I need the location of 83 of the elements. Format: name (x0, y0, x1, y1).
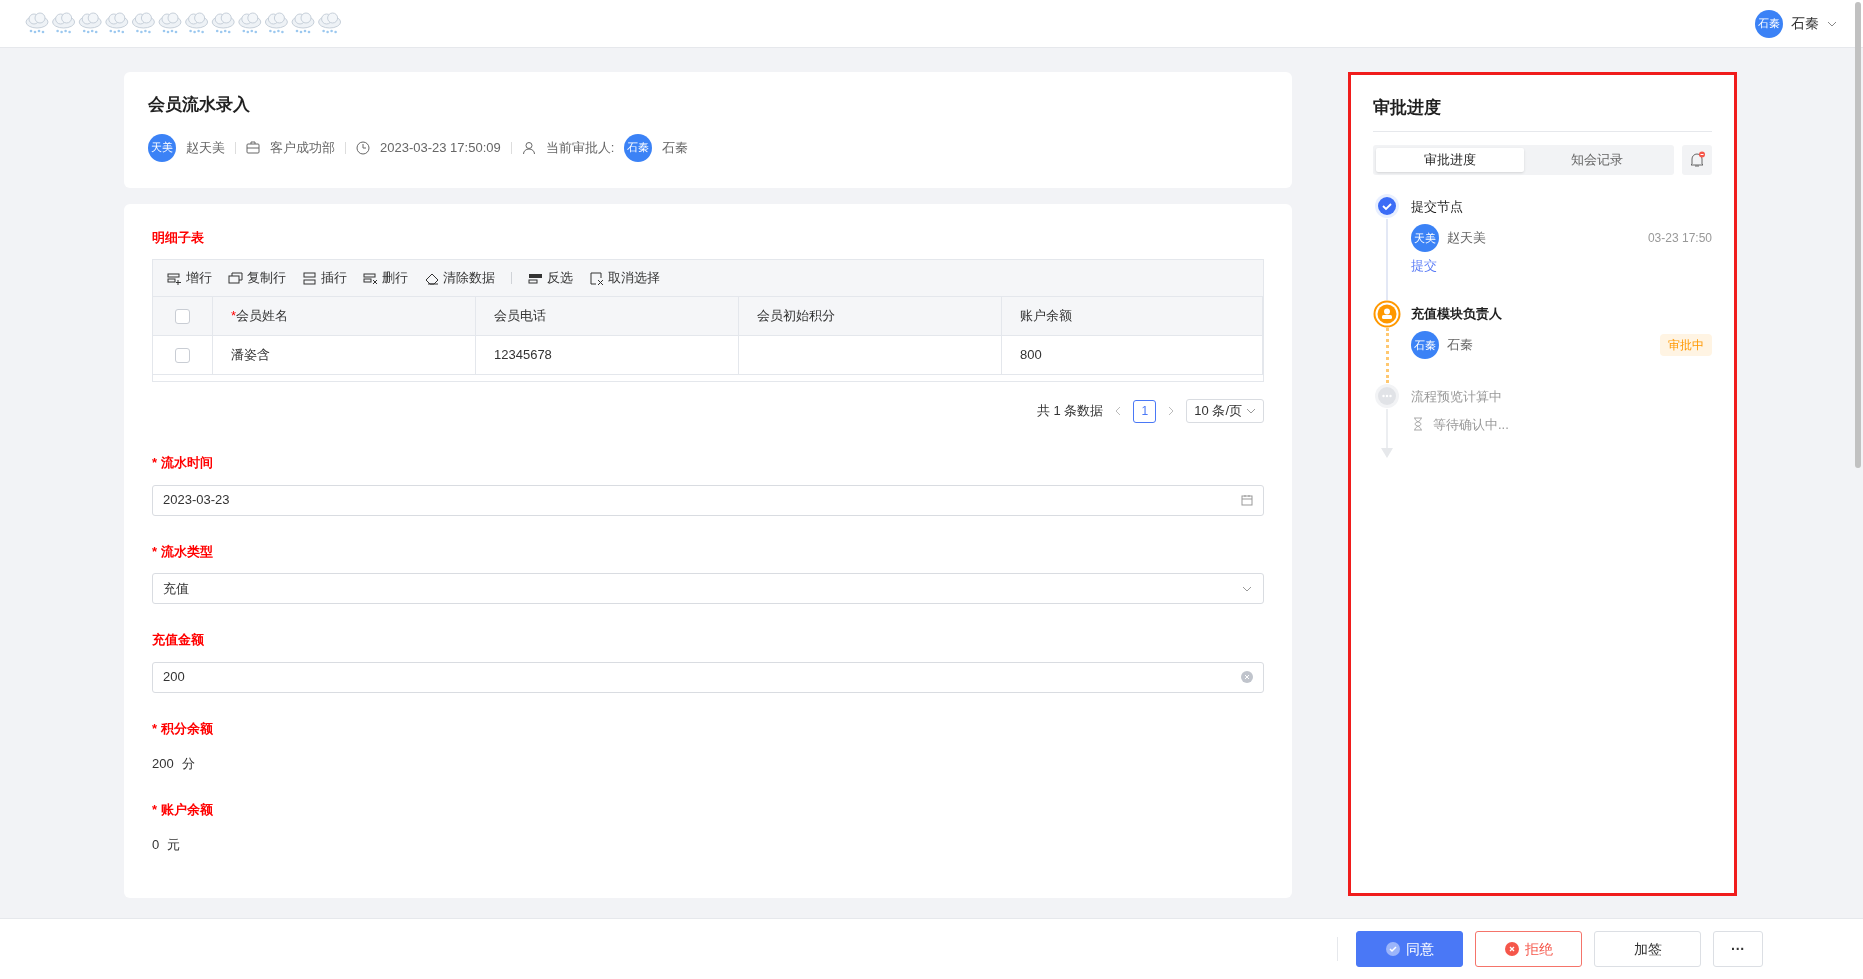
field-label: 流水时间 (161, 454, 214, 472)
department-text: 客户成功部 (270, 138, 335, 157)
toolbar-icon (589, 270, 604, 286)
toolbar-button[interactable]: 删行 (363, 268, 408, 288)
user-avatar: 石秦 (624, 133, 653, 162)
status-tag: 审批中 (1660, 334, 1712, 356)
person-circle-icon (1373, 299, 1401, 328)
user-avatar: 石秦 (1755, 9, 1783, 38)
toolbar-icon (302, 270, 317, 286)
page-size-select[interactable]: 10 条/页 (1186, 399, 1264, 423)
toolbar-button[interactable]: 清除数据 (424, 268, 495, 288)
table-cell: 800 (1002, 336, 1263, 375)
column-label: 会员电话 (494, 307, 546, 326)
panel-title: 审批进度 (1373, 95, 1712, 132)
action-link[interactable]: 提交 (1411, 256, 1712, 276)
hourglass-icon (1411, 417, 1425, 432)
user-name: 石秦 (1447, 336, 1473, 355)
section-title: 明细子表 (152, 228, 205, 247)
toolbar-button[interactable]: 复制行 (228, 268, 286, 288)
field-label: 充值金额 (152, 631, 204, 649)
field-label: 积分余额 (161, 719, 214, 738)
column-label: 账户余额 (1020, 307, 1072, 326)
total-count: 共 1 条数据 (1036, 402, 1104, 421)
field-label: 账户余额 (161, 800, 214, 819)
approver-name: 石秦 (662, 138, 689, 157)
step-time: 03-23 17:50 (1647, 230, 1712, 247)
field-value: 200 (152, 755, 174, 773)
page-button[interactable]: 1 (1133, 399, 1157, 423)
clock-icon (356, 140, 370, 155)
scrollbar[interactable] (1855, 2, 1861, 468)
step-title: 提交节点 (1411, 197, 1464, 216)
page-title: 会员流水录入 (148, 94, 251, 116)
timestamp: 2023-03-23 17:50:09 (380, 138, 501, 157)
required-asterisk: * (152, 542, 158, 561)
tab[interactable]: 知会记录 (1523, 147, 1671, 172)
unit-label: 分 (181, 755, 195, 773)
more-button[interactable]: ··· (1713, 931, 1763, 967)
toolbar-icon (363, 270, 378, 286)
person-icon (521, 140, 536, 155)
required-asterisk: * (152, 454, 158, 472)
toolbar-icon (167, 270, 182, 286)
field-label: 流水类型 (161, 542, 214, 561)
notification-button[interactable] (1682, 144, 1712, 175)
checkbox[interactable] (175, 308, 190, 324)
date-field[interactable]: 2023-03-23 (152, 484, 1264, 516)
toolbar-button[interactable]: 取消选择 (589, 268, 660, 288)
column-label: 会员姓名 (236, 307, 289, 326)
field-value: 0 (152, 836, 160, 854)
user-name: 赵天美 (1447, 229, 1486, 248)
clear-icon[interactable] (1241, 671, 1253, 683)
chevron-down-icon (1246, 406, 1256, 416)
toolbar-button[interactable]: 增行 (167, 268, 212, 288)
user-name[interactable]: 石秦 (1791, 13, 1819, 34)
tab[interactable]: 审批进度 (1376, 147, 1524, 172)
check-circle-icon (1385, 942, 1400, 956)
action-button[interactable]: 同意 (1356, 931, 1463, 967)
input-field[interactable]: 200 (152, 661, 1264, 693)
step-title: 流程预览计算中 (1411, 388, 1503, 406)
table-cell: 潘姿含 (213, 336, 476, 375)
user-avatar: 天美 (148, 133, 176, 162)
toolbar-button[interactable]: 插行 (302, 268, 347, 288)
user-avatar: 石秦 (1411, 331, 1439, 359)
table-cell: 12345678 (476, 336, 739, 375)
close-circle-icon (1504, 942, 1519, 956)
approver-label: 当前审批人: (545, 138, 615, 157)
toolbar-icon (228, 270, 243, 286)
required-asterisk: * (231, 307, 237, 326)
unit-label: 元 (167, 836, 181, 854)
select-field[interactable]: 充值 (152, 573, 1264, 604)
action-button[interactable]: 拒绝 (1475, 931, 1582, 967)
briefcase-icon (246, 140, 260, 155)
required-asterisk: * (152, 800, 158, 819)
bell-icon (1688, 150, 1706, 169)
submitter-name: 赵天美 (186, 138, 225, 157)
required-asterisk: * (152, 719, 158, 738)
toolbar-button[interactable]: 反选 (528, 268, 573, 288)
column-label: 会员初始积分 (757, 307, 835, 326)
action-button[interactable]: 加签 (1594, 931, 1701, 967)
step-title: 充值模块负责人 (1411, 304, 1503, 323)
waiting-text: 等待确认中... (1433, 415, 1509, 434)
checkbox[interactable] (175, 347, 190, 363)
user-avatar: 天美 (1411, 224, 1439, 252)
calendar-icon (1241, 494, 1253, 506)
